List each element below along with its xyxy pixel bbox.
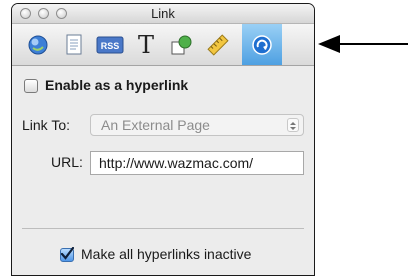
divider [22,228,304,229]
rss-label: RSS [101,41,120,51]
metrics-ruler-icon [207,33,229,56]
url-value: http://www.wazmac.com/ [99,155,254,171]
inspector-window: Link RSS T Enable as a hyperlink Link To… [11,3,315,276]
url-field[interactable]: http://www.wazmac.com/ [90,151,304,175]
tab-page[interactable] [56,24,92,65]
link-to-label: Link To: [22,117,70,133]
tab-hyperlink[interactable] [242,24,282,65]
tab-metrics[interactable] [200,24,236,65]
url-label: URL: [51,154,83,170]
rss-inspector-icon: RSS [96,36,124,53]
graphic-inspector-icon [171,35,192,54]
enable-hyperlink-checkbox[interactable] [24,79,38,93]
make-inactive-checkbox[interactable] [60,247,74,262]
up-down-arrows-icon [290,122,296,130]
link-to-value: An External Page [101,117,210,133]
tab-rss[interactable]: RSS [92,24,128,65]
checkmark-icon [60,247,74,260]
tab-document[interactable] [20,24,56,65]
window-title: Link [151,6,175,21]
link-to-popup[interactable]: An External Page [90,114,304,136]
make-inactive-label: Make all hyperlinks inactive [81,246,252,262]
document-inspector-icon [28,35,48,54]
tab-graphic[interactable] [164,24,200,65]
tab-text[interactable]: T [128,24,164,65]
page-inspector-icon [66,34,82,54]
hyperlink-inspector-icon [252,34,272,55]
title-bar[interactable]: Link [12,4,314,24]
pointer-arrow-icon [318,35,408,53]
text-inspector-icon: T [137,30,154,59]
enable-hyperlink-label: Enable as a hyperlink [45,77,189,93]
popup-stepper[interactable] [287,118,299,132]
inspector-toolbar: RSS T [12,24,314,66]
